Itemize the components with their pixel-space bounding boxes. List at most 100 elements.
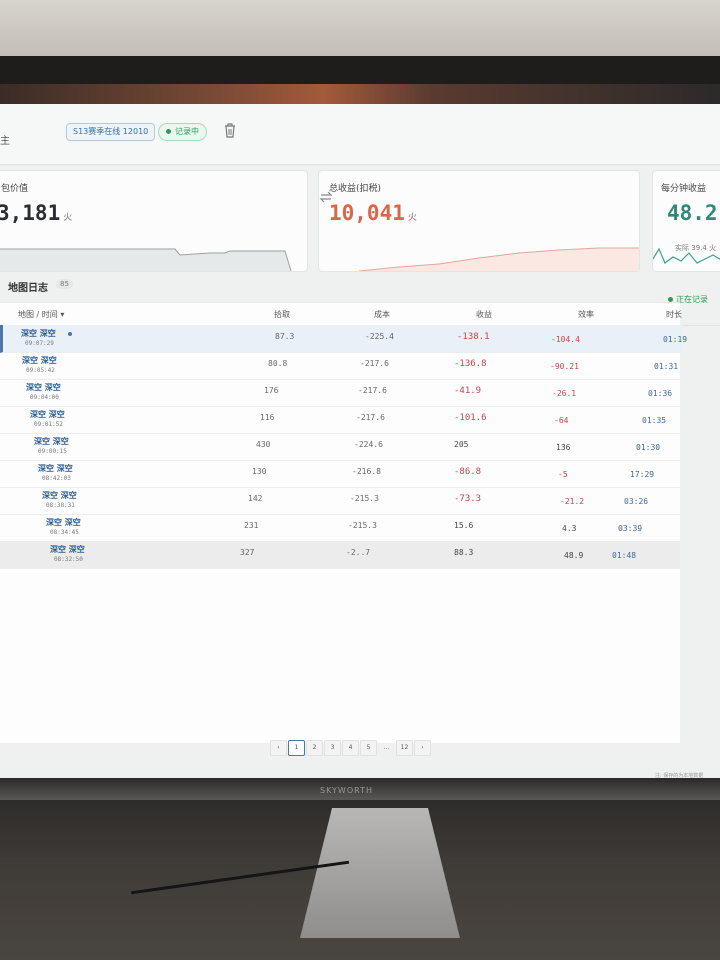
- column-income[interactable]: 收益: [476, 309, 492, 320]
- row-pickup: 176: [264, 386, 279, 395]
- row-efficiency: 4.3: [562, 524, 577, 533]
- column-cost[interactable]: 成本: [374, 309, 390, 320]
- row-map-name: 深空 深空: [26, 383, 61, 392]
- total-income-title: 总收益(扣税): [329, 184, 382, 194]
- pager-page-3[interactable]: 3: [324, 740, 341, 756]
- row-time: 09:01:52: [34, 421, 63, 428]
- row-income: 205: [454, 440, 469, 449]
- per-minute-income-card: 每分钟收益 48.2 实际 39.4 火: [652, 170, 720, 272]
- row-pickup: 80.8: [268, 359, 288, 368]
- row-map-name: 深空 深空: [46, 518, 81, 527]
- row-time: 08:38:31: [46, 502, 75, 509]
- row-efficiency: -5: [558, 470, 568, 479]
- bag-value-number: 3,181: [0, 201, 61, 225]
- row-duration: 17:29: [630, 470, 655, 479]
- row-income: -138.1: [457, 332, 490, 342]
- row-time: 08:32:50: [54, 556, 83, 563]
- app-window: 主 S13赛季在线 12010 记录中 包价值 3,181 火 总收益(扣税) 1…: [0, 104, 720, 780]
- pager-prev-button[interactable]: ‹: [270, 740, 287, 756]
- table-row[interactable]: 深空 深空 09:07:29 87.3 -225.4 -138.1 -104.4 01:19: [0, 325, 687, 353]
- table-row[interactable]: 深空 深空 08:34:45 231 -215.3 15.6 4.3 03:39: [0, 514, 680, 542]
- row-cost: -2..7: [346, 548, 371, 557]
- row-duration: 03:39: [618, 524, 643, 533]
- row-map-name: 深空 深空: [42, 491, 77, 500]
- row-duration: 01:48: [612, 551, 637, 560]
- monitor-brand-logo: SKYWORTH: [320, 786, 374, 795]
- pager-ellipsis: …: [383, 744, 390, 751]
- current-map-dot-icon: [68, 332, 72, 336]
- row-efficiency: 48.9: [564, 551, 584, 560]
- row-efficiency: -64: [554, 416, 569, 425]
- row-income: -86.8: [454, 467, 482, 477]
- per-minute-number: 48.2: [667, 201, 718, 225]
- map-log-table: 地图 / 时间 ▾ 拾取 成本 收益 效率 时长 深空 深空 09:07:29 87…: [0, 302, 720, 743]
- column-duration[interactable]: 时长: [666, 309, 682, 320]
- trash-icon[interactable]: [223, 122, 237, 138]
- row-time: 08:42:03: [42, 475, 71, 482]
- monitor-bezel-top: [0, 56, 720, 84]
- map-log-count-badge: 85: [56, 279, 73, 289]
- recording-chip-label: 记录中: [175, 127, 199, 136]
- row-duration: 01:35: [642, 416, 667, 425]
- row-duration: 01:30: [636, 443, 661, 452]
- column-pickup[interactable]: 拾取: [274, 309, 290, 320]
- row-cost: -217.6: [356, 413, 385, 422]
- bag-value-title: 包价值: [1, 184, 29, 194]
- column-efficiency[interactable]: 效率: [578, 309, 594, 320]
- row-time: 09:07:29: [25, 340, 54, 347]
- row-income: -101.6: [454, 413, 487, 423]
- bag-value-amount: 3,181 火: [0, 201, 72, 225]
- table-row[interactable]: 深空 深空 08:32:50 327 -2..7 88.3 48.9 01:48: [0, 541, 680, 569]
- row-duration: 01:19: [663, 335, 688, 344]
- recording-dot-icon: [166, 129, 171, 134]
- row-efficiency: -104.4: [551, 335, 580, 344]
- row-time: 09:00:15: [38, 448, 67, 455]
- total-income-amount: 10,041 火: [329, 201, 417, 225]
- row-duration: 01:31: [654, 362, 679, 371]
- map-log-header: 地图日志 85 正在记录: [0, 274, 720, 304]
- row-map-name: 深空 深空: [30, 410, 65, 419]
- table-row[interactable]: 深空 深空 08:38:31 142 -215.3 -73.3 -21.2 03:26: [0, 487, 680, 515]
- swap-arrows-icon[interactable]: [319, 191, 333, 203]
- pager-next-button[interactable]: ›: [414, 740, 431, 756]
- column-map-time-label: 地图 / 时间: [18, 310, 58, 319]
- column-map-time[interactable]: 地图 / 时间 ▾: [18, 309, 64, 320]
- top-bar-label: 主: [0, 136, 10, 147]
- table-row[interactable]: 深空 深空 09:00:15 430 -224.6 205 136 01:30: [0, 433, 680, 461]
- row-cost: -215.3: [350, 494, 379, 503]
- recording-chip[interactable]: 记录中: [158, 123, 207, 141]
- pager-page-5[interactable]: 5: [360, 740, 377, 756]
- row-map-name: 深空 深空: [34, 437, 69, 446]
- pager-page-12[interactable]: 12: [396, 740, 413, 756]
- row-map-name: 深空 深空: [22, 356, 57, 365]
- table-row[interactable]: 深空 深空 08:42:03 130 -216.8 -86.8 -5 17:29: [0, 460, 680, 488]
- total-income-unit: 火: [407, 213, 417, 223]
- row-pickup: 430: [256, 440, 271, 449]
- row-pickup: 231: [244, 521, 259, 530]
- desktop-wallpaper-strip: [0, 84, 720, 106]
- map-log-title: 地图日志: [8, 283, 48, 294]
- row-cost: -216.8: [352, 467, 381, 476]
- row-pickup: 116: [260, 413, 275, 422]
- pager-page-2[interactable]: 2: [306, 740, 323, 756]
- row-pickup: 142: [248, 494, 263, 503]
- row-efficiency: -21.2: [560, 497, 585, 506]
- season-online-chip[interactable]: S13赛季在线 12010: [66, 123, 156, 141]
- per-minute-title: 每分钟收益: [661, 184, 707, 194]
- table-row[interactable]: 深空 深空 09:04:00 176 -217.6 -41.9 -26.1 01:36: [0, 379, 680, 407]
- total-income-card: 总收益(扣税) 10,041 火: [318, 170, 640, 272]
- row-duration: 01:36: [648, 389, 673, 398]
- bag-value-sparkline: [0, 248, 292, 271]
- row-cost: -217.6: [358, 386, 387, 395]
- table-row[interactable]: 深空 深空 09:05:42 80.8 -217.6 -136.8 -90.21 01:31: [0, 352, 680, 380]
- row-cost: -225.4: [365, 332, 394, 341]
- pager-page-1[interactable]: 1: [288, 740, 305, 756]
- total-income-number: 10,041: [329, 201, 405, 225]
- row-cost: -215.3: [348, 521, 377, 530]
- row-income: -136.8: [454, 359, 487, 369]
- row-duration: 03:26: [624, 497, 649, 506]
- sort-down-icon: ▾: [60, 310, 65, 319]
- row-income: 15.6: [454, 521, 474, 530]
- pager-page-4[interactable]: 4: [342, 740, 359, 756]
- table-row[interactable]: 深空 深空 09:01:52 116 -217.6 -101.6 -64 01:35: [0, 406, 680, 434]
